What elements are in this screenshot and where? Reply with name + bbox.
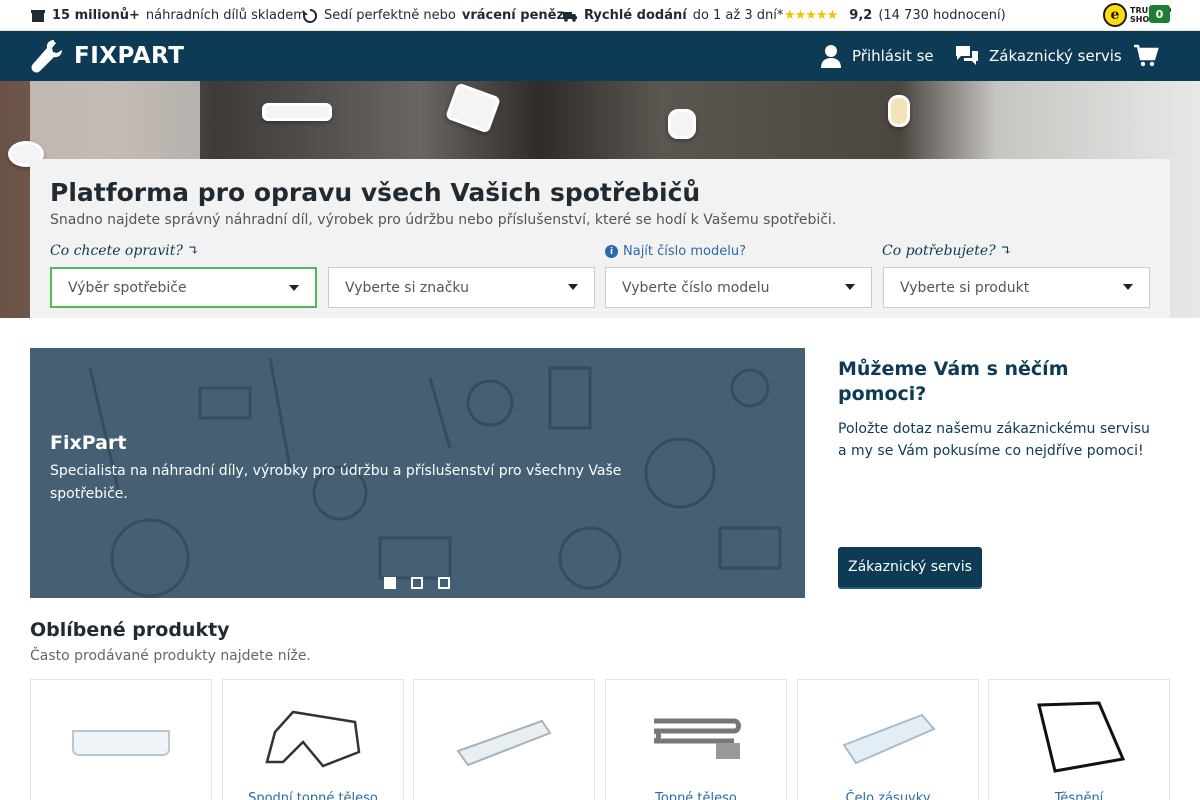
appliance-select[interactable]: Výběr spotřebiče <box>50 267 317 308</box>
customer-service-link[interactable]: Zákaznický servis <box>955 31 1122 81</box>
bottle-shelf-image <box>454 692 554 782</box>
appliance-select-value: Výběr spotřebiče <box>68 279 187 296</box>
cart-button[interactable] <box>1133 31 1159 81</box>
label-what-to-repair-text: Co chcete opravit? <box>50 243 183 259</box>
product-card[interactable]: Topné těleso <box>605 679 787 800</box>
drawer-front-image <box>838 692 938 782</box>
rating-stars-icon: ★★★★★ <box>784 8 838 23</box>
chat-icon <box>956 46 978 65</box>
logo-text: FIXPART <box>74 43 185 69</box>
label-what-you-need-text: Co potřebujete? <box>882 243 996 259</box>
carousel-dot-1[interactable] <box>384 577 396 589</box>
page-subtitle: Snadno najdete správný náhradní díl, výr… <box>50 212 837 228</box>
product-card[interactable]: Spodní topné těleso <box>222 679 404 800</box>
hero-bulb-image <box>888 95 910 127</box>
caret-down-icon <box>1123 284 1133 290</box>
product-name[interactable]: Topné těleso <box>606 791 786 800</box>
user-icon <box>821 45 841 68</box>
heating-element-image <box>263 692 363 782</box>
cart-count-badge: 0 <box>1149 5 1170 23</box>
product-card[interactable] <box>30 679 212 800</box>
page-title: Platforma pro opravu všech Vašich spotře… <box>50 178 701 207</box>
product-select[interactable]: Vyberte si produkt <box>883 267 1150 308</box>
hero-filter-image <box>444 82 502 134</box>
brand-select[interactable]: Vyberte si značku <box>328 267 595 308</box>
find-model-number-label: Najít číslo modelu? <box>623 244 746 259</box>
cart-icon <box>1134 44 1159 67</box>
caret-down-icon <box>845 284 855 290</box>
wrench-logo-icon <box>31 40 62 73</box>
truck-icon <box>563 11 577 22</box>
product-card[interactable]: Těsnění <box>988 679 1170 800</box>
product-name[interactable]: Spodní topné těleso <box>223 791 403 800</box>
popular-products-title: Oblíbené produkty <box>30 619 230 641</box>
usp-fit: Sedí perfektně nebo vrácení peněz <box>302 0 564 31</box>
hero-bottle-image <box>668 109 696 139</box>
fixpart-logo[interactable]: FIXPART <box>30 38 184 74</box>
usp-delivery: Rychlé dodání do 1 až 3 dní* <box>562 0 783 31</box>
banner-text: Specialista na náhradní díly, výrobky pr… <box>50 463 622 502</box>
door-shelf-image <box>71 692 171 782</box>
product-name[interactable]: Těsnění <box>989 791 1169 800</box>
box-icon <box>31 9 45 22</box>
return-icon <box>303 8 318 23</box>
product-name[interactable]: Čelo zásuvky <box>798 791 978 800</box>
login-label: Přihlásit se <box>852 47 934 65</box>
hero-window-image <box>30 81 200 161</box>
usp-stock-text: náhradních dílů skladem <box>145 8 306 23</box>
carousel-dots <box>384 577 450 589</box>
caret-down-icon <box>289 285 299 291</box>
curved-arrow-icon: ↴ <box>187 243 200 259</box>
customer-service-label: Zákaznický servis <box>989 47 1122 65</box>
usp-bar: 15 milionů+ náhradních dílů skladem Sedí… <box>0 0 1200 31</box>
carousel-dot-2[interactable] <box>411 577 423 589</box>
usp-fit-bold: vrácení peněz <box>461 8 565 23</box>
main-navigation: FIXPART Přihlásit se Zákaznický servis <box>0 31 1200 81</box>
usp-stock: 15 milionů+ náhradních dílů skladem <box>30 0 306 31</box>
label-what-to-repair: Co chcete opravit? ↴ <box>50 243 199 259</box>
product-select-value: Vyberte si produkt <box>900 279 1030 296</box>
trusted-shops-seal-icon: e <box>1103 3 1127 27</box>
usp-stock-bold: 15 milionů+ <box>52 8 140 23</box>
model-select-value: Vyberte číslo modelu <box>622 279 770 296</box>
caret-down-icon <box>568 284 578 290</box>
info-icon: i <box>605 245 618 258</box>
promo-carousel[interactable]: FixPart Specialista na náhradní díly, vý… <box>30 348 805 598</box>
help-title: Můžeme Vám s něčím pomoci? <box>838 358 1069 405</box>
usp-delivery-bold: Rychlé dodání <box>584 8 687 23</box>
find-model-number-link[interactable]: i Najít číslo modelu? <box>605 244 746 259</box>
model-select[interactable]: Vyberte číslo modelu <box>605 267 872 308</box>
curved-arrow-icon: ↴ <box>1000 243 1012 259</box>
banner-title: FixPart <box>50 432 127 454</box>
customer-service-button[interactable]: Zákaznický servis <box>838 547 982 587</box>
popular-products-subtitle: Často prodávané produkty najdete níže. <box>30 648 311 664</box>
heater-element-image <box>646 692 746 782</box>
brand-select-value: Vyberte si značku <box>345 279 469 296</box>
usp-delivery-text: do 1 až 3 dní* <box>692 8 784 23</box>
help-text: Položte dotaz našemu zákaznickému servis… <box>838 421 1150 459</box>
usp-fit-text: Sedí perfektně nebo <box>324 8 456 23</box>
rating-value: 9,2 <box>849 8 873 23</box>
label-what-you-need: Co potřebujete? ↴ <box>882 243 1012 259</box>
hero-handle-image <box>262 103 332 121</box>
door-seal-image <box>1029 692 1129 782</box>
product-card[interactable]: Čelo zásuvky <box>797 679 979 800</box>
product-card[interactable] <box>413 679 595 800</box>
rating-count: (14 730 hodnocení) <box>878 8 1006 23</box>
carousel-dot-3[interactable] <box>438 577 450 589</box>
login-link[interactable]: Přihlásit se <box>820 31 934 81</box>
usp-rating[interactable]: ★★★★★ 9,2 (14 730 hodnocení) <box>784 0 1006 31</box>
